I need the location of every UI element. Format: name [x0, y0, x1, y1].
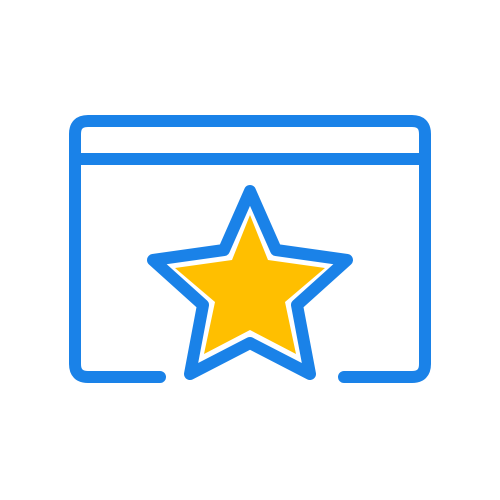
star-icon	[147, 185, 353, 380]
icon-canvas	[0, 0, 500, 500]
browser-window-star-icon	[69, 115, 431, 383]
